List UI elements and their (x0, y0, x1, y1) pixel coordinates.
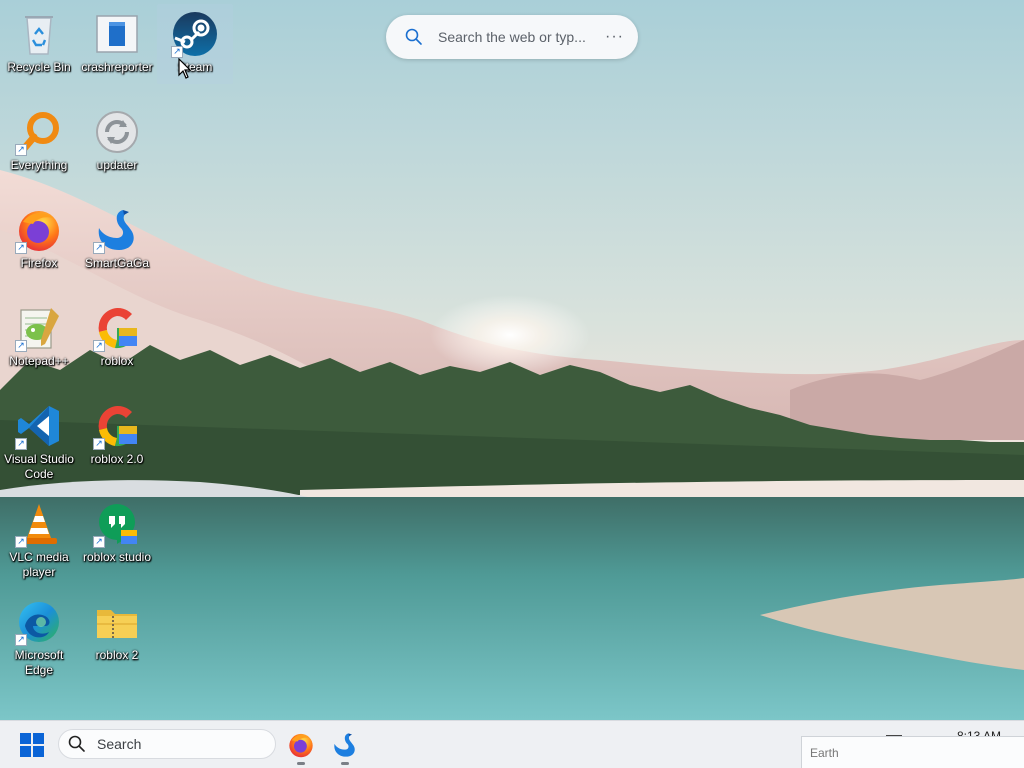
more-options-icon[interactable]: ··· (605, 28, 624, 46)
desktop-icon-firefox[interactable]: ↗ Firefox (1, 200, 77, 280)
desktop-icon-roblox[interactable]: ↗ roblox (79, 298, 155, 378)
windows-start-icon[interactable] (18, 731, 46, 759)
shortcut-arrow-icon: ↗ (15, 438, 27, 450)
magnifier-icon: ↗ (15, 108, 63, 156)
icon-label: roblox (100, 354, 134, 368)
icon-label: roblox 2 (95, 648, 139, 662)
icon-label: roblox 2.0 (90, 452, 144, 466)
desktop-icon-updater[interactable]: updater (79, 102, 155, 182)
shortcut-arrow-icon: ↗ (93, 438, 105, 450)
icon-label: Notepad++ (9, 354, 69, 368)
desktop-icon-edge[interactable]: ↗ Microsoft Edge (1, 592, 77, 677)
search-icon (405, 28, 422, 45)
app-window-icon (93, 10, 141, 58)
taskbar-search-box[interactable]: Search (58, 729, 276, 759)
icon-label: Microsoft Edge (14, 648, 64, 677)
vscode-icon: ↗ (15, 402, 63, 450)
desktop-icon-roblox-studio[interactable]: ↗ roblox studio (79, 494, 155, 574)
mouse-cursor-icon (178, 58, 192, 79)
icon-label: Firefox (20, 256, 58, 270)
recycle-bin-icon (15, 10, 63, 58)
earth-notification-popup[interactable]: Earth (801, 736, 1024, 768)
firefox-icon: ↗ (15, 206, 63, 254)
shortcut-arrow-icon: ↗ (15, 340, 27, 352)
popup-text: Earth (810, 746, 839, 760)
google-g-icon: ↗ (93, 304, 141, 352)
desktop-icon-recycle-bin[interactable]: Recycle Bin (1, 4, 77, 84)
swan-icon (334, 733, 355, 757)
running-indicator (341, 762, 349, 765)
icon-label: VLC media player (9, 550, 69, 579)
shortcut-arrow-icon: ↗ (15, 634, 27, 646)
icon-label: crashreporter (81, 60, 153, 74)
shortcut-arrow-icon: ↗ (15, 536, 27, 548)
desktop-icon-roblox-2-0[interactable]: ↗ roblox 2.0 (79, 396, 155, 476)
desktop-icon-smartgaga[interactable]: ↗ SmartGaGa (79, 200, 155, 280)
swan-icon: ↗ (93, 206, 141, 254)
vlc-cone-icon: ↗ (15, 500, 63, 548)
hangouts-icon: ↗ (93, 500, 141, 548)
shortcut-arrow-icon: ↗ (15, 242, 27, 254)
notepad-plus-plus-icon: ↗ (15, 304, 63, 352)
zip-folder-icon (93, 598, 141, 646)
icon-label: updater (96, 158, 138, 172)
desktop-icon-roblox-2-folder[interactable]: roblox 2 (79, 592, 155, 672)
desktop-icon-vscode[interactable]: ↗ Visual Studio Code (1, 396, 77, 481)
refresh-icon (93, 108, 141, 156)
google-g-icon: ↗ (93, 402, 141, 450)
desktop-icon-notepadpp[interactable]: ↗ Notepad++ (1, 298, 77, 378)
desktop-icon-crashreporter[interactable]: crashreporter (79, 4, 155, 84)
firefox-icon (289, 733, 313, 758)
desktop-icon-everything[interactable]: ↗ Everything (1, 102, 77, 182)
taskbar-app-smartgaga[interactable] (331, 731, 359, 765)
taskbar-app-firefox[interactable] (287, 731, 315, 765)
desktop-icon-vlc[interactable]: ↗ VLC media player (1, 494, 77, 579)
taskbar-search-label: Search (97, 736, 142, 752)
web-search-bar[interactable]: Search the web or typ... ··· (386, 15, 638, 59)
shortcut-arrow-icon: ↗ (93, 340, 105, 352)
icon-label: Visual Studio Code (4, 452, 74, 481)
icon-label: Recycle Bin (7, 60, 71, 74)
edge-icon: ↗ (15, 598, 63, 646)
desktop-icon-steam[interactable]: ↗ Steam (157, 4, 233, 84)
web-search-placeholder[interactable]: Search the web or typ... (438, 29, 597, 45)
shortcut-arrow-icon: ↗ (93, 242, 105, 254)
running-indicator (297, 762, 305, 765)
steam-icon: ↗ (171, 10, 219, 58)
icon-label: Everything (10, 158, 68, 172)
icon-label: Steam (177, 60, 213, 74)
shortcut-arrow-icon: ↗ (171, 46, 183, 58)
icon-label: SmartGaGa (84, 256, 150, 270)
icon-label: roblox studio (82, 550, 152, 564)
shortcut-arrow-icon: ↗ (15, 144, 27, 156)
search-icon (68, 735, 85, 752)
shortcut-arrow-icon: ↗ (93, 536, 105, 548)
